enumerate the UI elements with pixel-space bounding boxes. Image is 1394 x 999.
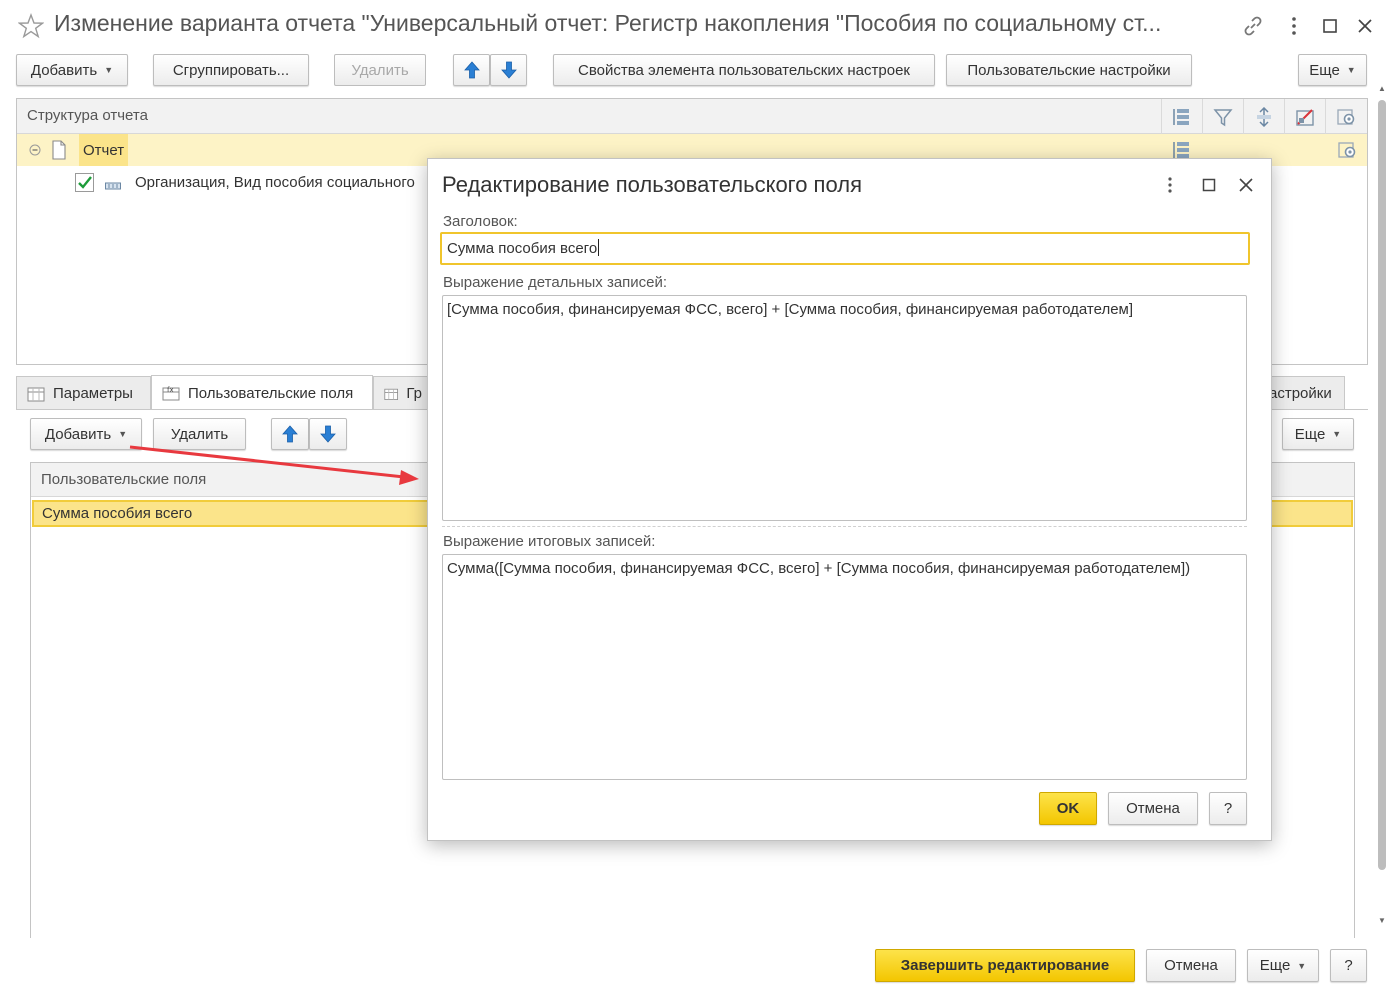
- total-expression-textarea[interactable]: Сумма([Сумма пособия, финансируемая ФСС,…: [442, 554, 1247, 780]
- user-settings-button[interactable]: Пользовательские настройки: [946, 54, 1192, 86]
- user-fields-column-header: Пользовательские поля: [41, 471, 207, 488]
- dialog-title: Редактирование пользовательского поля: [442, 172, 862, 197]
- add-button[interactable]: Добавить ▼: [16, 54, 128, 86]
- dropdown-caret-icon: ▼: [1332, 429, 1342, 439]
- move-down-button[interactable]: [490, 54, 527, 86]
- dialog-kebab-icon[interactable]: [1164, 174, 1176, 196]
- arrow-up-icon: [282, 425, 298, 443]
- dialog-close-icon[interactable]: [1237, 176, 1255, 194]
- caption-label: Заголовок:: [443, 213, 518, 230]
- tab-other-settings-label: астройки: [1269, 385, 1332, 402]
- more-button[interactable]: Еще ▼: [1298, 54, 1367, 86]
- window-title: Изменение варианта отчета "Универсальный…: [54, 10, 1162, 36]
- total-expression-label: Выражение итоговых записей:: [443, 533, 656, 550]
- grouping-row-icon[interactable]: [1172, 140, 1192, 160]
- arrow-down-icon: [500, 61, 517, 79]
- checkbox-checked[interactable]: [75, 173, 94, 192]
- scroll-up-icon[interactable]: ▲: [1378, 84, 1386, 93]
- groupings-icon: [384, 388, 398, 400]
- report-node-label: Отчет: [79, 134, 129, 166]
- svg-text:fx: fx: [167, 386, 174, 394]
- kebab-menu-icon[interactable]: [1287, 14, 1301, 38]
- dropdown-caret-icon: ▼: [1346, 65, 1356, 75]
- scrollbar-thumb[interactable]: [1378, 100, 1386, 870]
- footer-help-button[interactable]: ?: [1330, 949, 1367, 982]
- dropdown-caret-icon: ▼: [1297, 960, 1307, 971]
- edit-user-field-dialog: Редактирование пользовательского поля За…: [427, 158, 1272, 841]
- lower-add-label: Добавить: [44, 425, 112, 443]
- move-up-button[interactable]: [453, 54, 490, 86]
- lower-more-button[interactable]: Еще ▼: [1282, 418, 1354, 450]
- footer-more-button[interactable]: Еще ▼: [1247, 949, 1319, 982]
- filter-column-icon[interactable]: [1202, 99, 1243, 134]
- arrow-up-icon: [463, 61, 480, 79]
- detail-expression-textarea[interactable]: [Сумма пособия, финансируемая ФСС, всего…: [442, 295, 1247, 521]
- lower-add-button[interactable]: Добавить ▼: [30, 418, 142, 450]
- total-expression-value: Сумма([Сумма пособия, финансируемая ФСС,…: [447, 560, 1191, 577]
- dialog-ok-button[interactable]: OK: [1039, 792, 1097, 825]
- settings-column-icon[interactable]: [1325, 99, 1366, 134]
- tab-parameters-label: Параметры: [53, 385, 133, 402]
- detail-expression-value: [Сумма пособия, финансируемая ФСС, всего…: [447, 301, 1134, 318]
- collapse-icon[interactable]: [29, 143, 41, 156]
- grouping-field-icon: [105, 178, 121, 190]
- conditional-format-icon[interactable]: [1284, 99, 1325, 134]
- user-field-row-label: Сумма пособия всего: [42, 505, 193, 522]
- report-node-text: Отчет: [83, 141, 125, 159]
- dropdown-caret-icon: ▼: [104, 65, 114, 75]
- dialog-cancel-button[interactable]: Отмена: [1108, 792, 1198, 825]
- sort-column-icon[interactable]: [1243, 99, 1284, 134]
- lower-move-up-button[interactable]: [271, 418, 309, 450]
- lower-delete-button[interactable]: Удалить: [153, 418, 246, 450]
- more-button-label: Еще: [1309, 61, 1340, 79]
- tab-groupings-label: Гр: [406, 385, 422, 402]
- favorite-star-icon[interactable]: [17, 13, 45, 39]
- grouping-column-icon[interactable]: [1161, 99, 1202, 134]
- arrow-down-icon: [320, 425, 336, 443]
- element-properties-button[interactable]: Свойства элемента пользовательских настр…: [553, 54, 935, 86]
- user-fields-icon: fx: [162, 386, 180, 401]
- caption-input-value: Сумма пособия всего: [447, 240, 598, 257]
- dialog-help-button[interactable]: ?: [1209, 792, 1247, 825]
- group-button[interactable]: Сгруппировать...: [153, 54, 309, 86]
- dropdown-caret-icon: ▼: [118, 429, 128, 439]
- delete-button[interactable]: Удалить: [334, 54, 426, 86]
- splitter[interactable]: [442, 526, 1247, 527]
- structure-tools: [1161, 99, 1367, 134]
- close-icon[interactable]: [1355, 16, 1375, 36]
- link-icon[interactable]: [1241, 14, 1265, 38]
- add-button-label: Добавить: [30, 61, 98, 79]
- document-icon: [50, 140, 68, 160]
- grouping-node-label: Организация, Вид пособия социального: [135, 174, 415, 191]
- structure-header: Структура отчета: [17, 99, 1367, 134]
- maximize-icon[interactable]: [1320, 16, 1340, 36]
- parameters-icon: [27, 387, 45, 401]
- footer-cancel-button[interactable]: Отмена: [1146, 949, 1236, 982]
- scroll-down-icon[interactable]: ▼: [1378, 916, 1386, 925]
- dialog-maximize-icon[interactable]: [1200, 176, 1218, 194]
- detail-expression-label: Выражение детальных записей:: [443, 274, 668, 291]
- tab-parameters[interactable]: Параметры: [16, 376, 151, 410]
- footer-more-label: Еще: [1259, 957, 1291, 974]
- finish-editing-button[interactable]: Завершить редактирование: [875, 949, 1135, 982]
- text-cursor: [598, 239, 600, 256]
- caption-input[interactable]: Сумма пособия всего: [440, 232, 1250, 265]
- lower-more-label: Еще: [1294, 425, 1326, 443]
- settings-row-icon[interactable]: [1337, 140, 1357, 160]
- scrollbar[interactable]: ▲ ▼: [1377, 84, 1387, 934]
- structure-header-label: Структура отчета: [27, 107, 148, 124]
- lower-move-down-button[interactable]: [309, 418, 347, 450]
- tab-user-fields[interactable]: fx Пользовательские поля: [151, 375, 373, 410]
- tab-user-fields-label: Пользовательские поля: [188, 384, 354, 402]
- tab-groupings[interactable]: Гр: [373, 376, 433, 410]
